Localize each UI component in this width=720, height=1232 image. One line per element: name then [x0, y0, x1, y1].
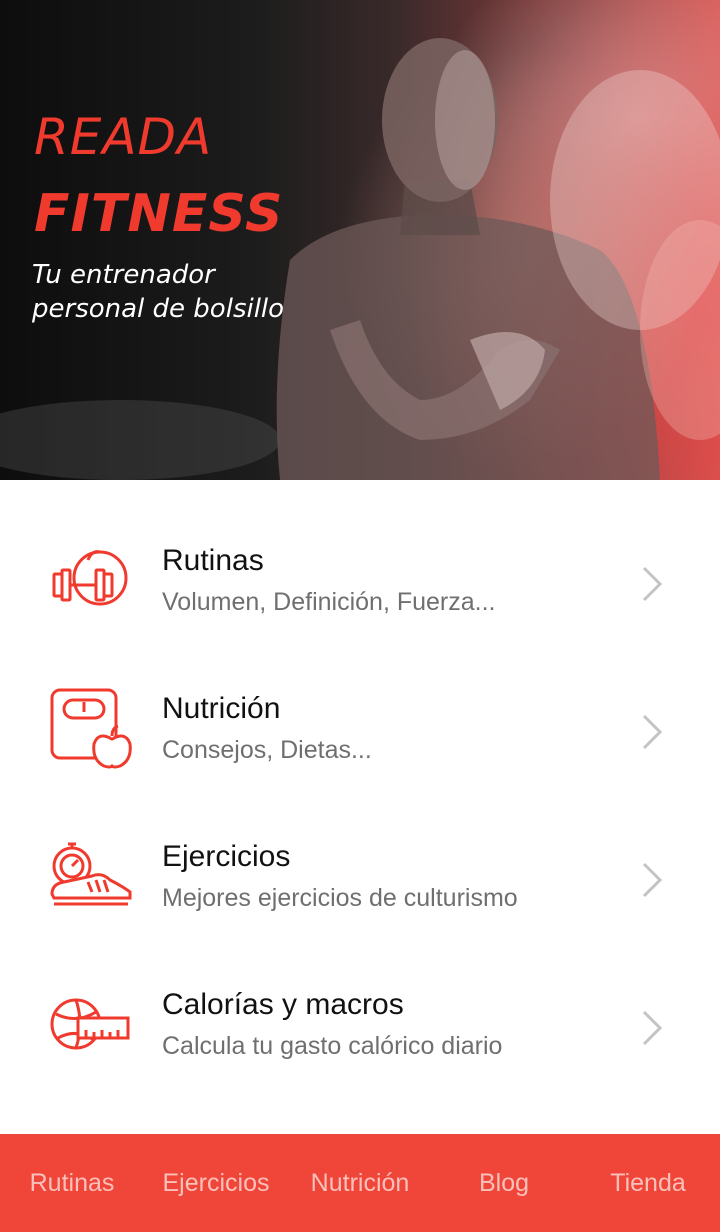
- chevron-right-icon: [642, 566, 663, 602]
- menu-item-subtitle: Calcula tu gasto calórico diario: [162, 1032, 503, 1060]
- bottom-navigation: Rutinas Ejercicios Nutrición Blog Tienda: [0, 1134, 720, 1232]
- hero-tagline: Tu entrenador personal de bolsillo: [32, 260, 285, 324]
- nav-tab-ejercicios[interactable]: Ejercicios: [144, 1134, 288, 1232]
- menu-item-title: Calorías y macros: [162, 988, 404, 1021]
- chevron-right-icon: [642, 714, 663, 750]
- chevron-right-icon: [642, 862, 663, 898]
- menu-item-subtitle: Volumen, Definición, Fuerza...: [162, 588, 496, 616]
- nav-tab-tienda[interactable]: Tienda: [576, 1134, 720, 1232]
- menu-item-calorias-macros[interactable]: Calorías y macros Calcula tu gasto calór…: [0, 954, 720, 1102]
- menu-item-nutricion[interactable]: Nutrición Consejos, Dietas...: [0, 658, 720, 806]
- menu-item-title: Ejercicios: [162, 840, 291, 873]
- main-menu: Rutinas Volumen, Definición, Fuerza... N…: [0, 510, 720, 1102]
- dumbbell-apple-icon: [52, 550, 128, 606]
- hero-banner: READA FITNESS Tu entrenador personal de …: [0, 0, 720, 480]
- menu-item-title: Nutrición: [162, 692, 281, 725]
- menu-item-subtitle: Consejos, Dietas...: [162, 736, 372, 764]
- menu-item-ejercicios[interactable]: Ejercicios Mejores ejercicios de culturi…: [0, 806, 720, 954]
- menu-item-subtitle: Mejores ejercicios de culturismo: [162, 884, 518, 912]
- chevron-right-icon: [642, 1010, 663, 1046]
- menu-item-title: Rutinas: [162, 544, 264, 577]
- nav-tab-nutricion[interactable]: Nutrición: [288, 1134, 432, 1232]
- menu-item-rutinas[interactable]: Rutinas Volumen, Definición, Fuerza...: [0, 510, 720, 658]
- nav-tab-rutinas[interactable]: Rutinas: [0, 1134, 144, 1232]
- stopwatch-sneaker-icon: [50, 842, 132, 906]
- nav-tab-blog[interactable]: Blog: [432, 1134, 576, 1232]
- ball-measuring-tape-icon: [50, 998, 130, 1050]
- brand-name-fitness: FITNESS: [34, 184, 284, 244]
- brand-name-reada: READA: [34, 108, 213, 166]
- scale-apple-icon: [50, 688, 132, 769]
